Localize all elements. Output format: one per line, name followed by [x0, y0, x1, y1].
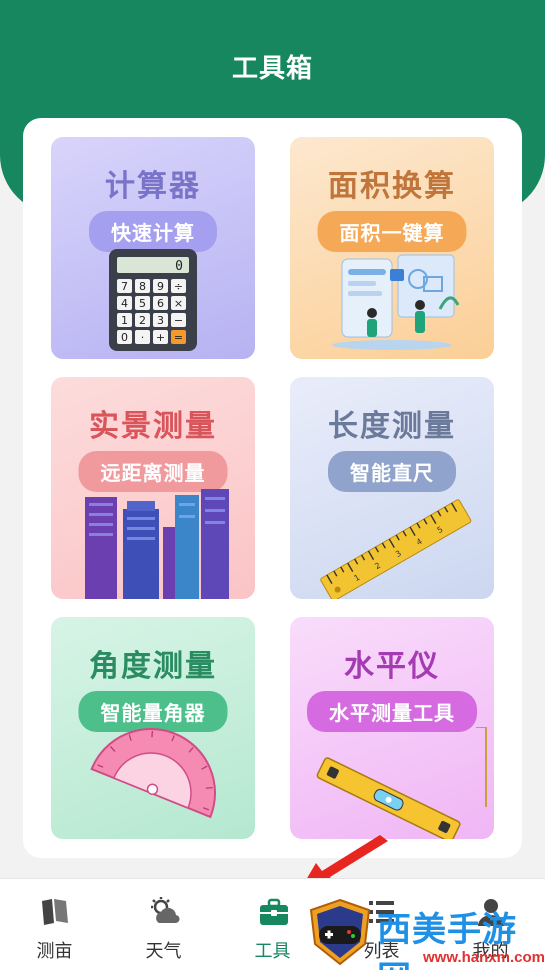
card-title: 水平仪 [344, 649, 440, 684]
tools-panel: 计算器 快速计算 0 7 8 9 ÷ 4 5 6 × 1 2 3− 0 · + = 面积换算 面积一键算 [23, 118, 522, 858]
card-subtitle: 智能量角器 [78, 691, 228, 732]
calculator-illustration: 0 7 8 9 ÷ 4 5 6 × 1 2 3 − 0 · + = [109, 249, 197, 351]
calculator-card[interactable]: 计算器 快速计算 0 7 8 9 ÷ 4 5 6 × 1 2 3− 0 · + = [51, 137, 255, 359]
card-title: 实景测量 [89, 409, 217, 444]
card-subtitle: 水平测量工具 [307, 691, 477, 732]
area-conversion-card[interactable]: 面积换算 面积一键算 [290, 137, 494, 359]
tab-weather[interactable]: 天气 [109, 879, 218, 970]
angle-measure-card[interactable]: 角度测量 智能量角器 [51, 617, 255, 839]
calculator-key-label: 0 [121, 331, 128, 344]
card-title: 面积换算 [328, 169, 456, 204]
ruler-illustration: 1 2 3 4 5 [320, 499, 472, 599]
card-subtitle: 远距离测量 [78, 451, 228, 492]
card-subtitle: 面积一键算 [317, 211, 467, 252]
tab-measure-area[interactable]: 测亩 [0, 879, 109, 970]
level-card[interactable]: 水平仪 水平测量工具 [290, 617, 494, 839]
card-title: 长度测量 [328, 409, 456, 444]
calculator-key-label: 1 [121, 314, 128, 327]
calculator-key-label: 2 [139, 314, 146, 327]
length-measure-card[interactable]: 长度测量 智能直尺 1 2 3 4 5 [290, 377, 494, 599]
calculator-key-label: 9 [157, 280, 164, 293]
weather-icon [151, 897, 180, 924]
protractor-illustration [90, 728, 216, 819]
calculator-key-label: 5 [139, 297, 146, 310]
calculator-key-label: 3 [157, 314, 164, 327]
calculator-display: 0 [175, 259, 183, 274]
calculator-key-label: 4 [121, 297, 128, 310]
area-illustration [332, 254, 460, 350]
card-subtitle: 快速计算 [89, 211, 217, 252]
spirit-level-illustration [316, 727, 487, 839]
calculator-key-label: 8 [139, 280, 146, 293]
scene-measure-card[interactable]: 实景测量 远距离测量 [51, 377, 255, 599]
card-title: 角度测量 [89, 649, 217, 684]
calculator-key-label: 6 [157, 297, 164, 310]
calculator-key-label: × [174, 297, 183, 310]
calculator-key-label: · [141, 331, 145, 344]
calculator-key-label: − [174, 314, 183, 327]
card-subtitle: 智能直尺 [328, 451, 456, 492]
tab-label: 天气 [145, 941, 182, 962]
map-icon [42, 899, 68, 925]
watermark-url: www.hanxm.com [423, 949, 545, 966]
toolbox-icon [260, 898, 288, 925]
page-title: 工具箱 [231, 54, 313, 84]
calculator-key-label: + [156, 331, 165, 344]
calculator-key-label: = [174, 331, 183, 344]
card-title: 计算器 [105, 169, 201, 204]
site-watermark: 西美手游网 www.hanxm.com [305, 898, 545, 970]
tab-label: 测亩 [36, 941, 73, 962]
gamepad-logo-icon [309, 898, 371, 966]
buildings-illustration [85, 489, 229, 599]
calculator-key-label: ÷ [174, 280, 183, 293]
calculator-key-label: 7 [121, 280, 128, 293]
